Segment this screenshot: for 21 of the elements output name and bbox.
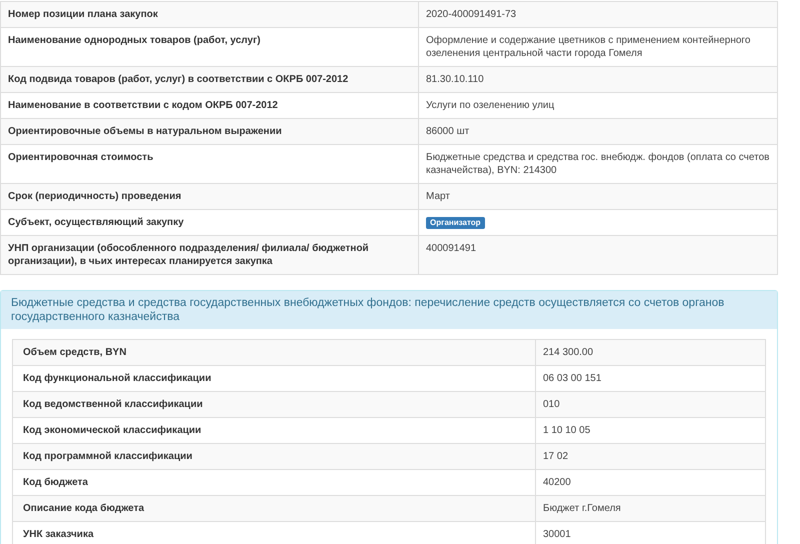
field-label: Описание кода бюджета <box>12 496 536 522</box>
field-value: 010 <box>536 392 766 418</box>
panel-heading: Бюджетные средства и средства государственных внебюджетных фондов: перечисление средств осуществляется со счетов органов государственного казначейства <box>1 291 777 329</box>
field-value: 214 300.00 <box>536 340 766 366</box>
field-label: Номер позиции плана закупок <box>0 2 418 28</box>
field-label: УНП организации (обособленного подразделения/ филиала/ бюджетной организации), в чьих интересах планируется закупка <box>0 236 418 274</box>
field-label: Ориентировочные объемы в натуральном выражении <box>0 118 418 144</box>
field-value: Бюджет г.Гомеля <box>536 496 766 522</box>
role-badge: Организатор <box>426 217 485 229</box>
field-label: Срок (периодичность) проведения <box>0 184 418 210</box>
field-label: Код ведомственной классификации <box>12 392 536 418</box>
field-label: УНК заказчика <box>12 522 536 544</box>
field-value: 86000 шт <box>418 118 778 144</box>
field-value: 17 02 <box>536 444 766 470</box>
field-value: 400091491 <box>418 236 778 274</box>
field-value: 2020-400091491-73 <box>418 2 778 28</box>
field-value: Март <box>418 184 778 210</box>
field-value: 81.30.10.110 <box>418 66 778 92</box>
field-label: Код подвида товаров (работ, услуг) в соответствии с ОКРБ 007-2012 <box>0 66 418 92</box>
field-label: Объем средств, BYN <box>12 340 536 366</box>
field-label: Код программной классификации <box>12 444 536 470</box>
